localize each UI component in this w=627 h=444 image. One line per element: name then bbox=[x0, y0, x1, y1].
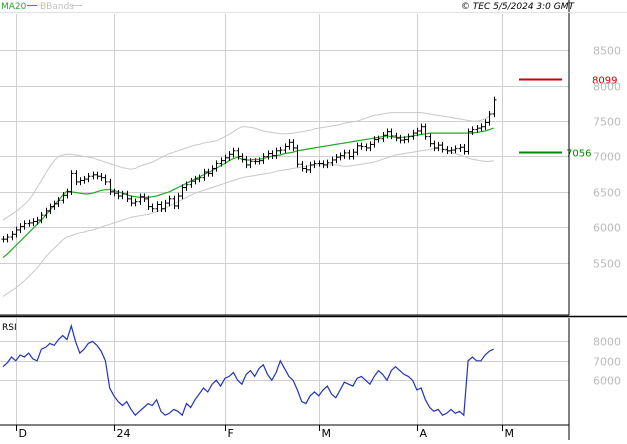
chart-container: 8099 7056 D 24 F M A M 5500 6000 6500 7000 7500 800… bbox=[0, 0, 627, 440]
x-tick-label: M bbox=[322, 427, 332, 440]
price-y-tick-label: 7000 bbox=[593, 151, 621, 164]
legend-ma-label: MA20 bbox=[1, 2, 27, 12]
rsi-title: RSI bbox=[2, 323, 17, 333]
chart-svg: 80997056 D 24 F M A M 55006000650070007500800… bbox=[0, 0, 627, 440]
source-label: © TEC 5/5/2024 3:0 GMT bbox=[461, 2, 576, 12]
x-tick-label: F bbox=[228, 427, 234, 440]
x-tick-label: A bbox=[420, 427, 428, 440]
legend-bbands-label: BBands bbox=[40, 2, 74, 12]
rsi-y-tick-label: 6000 bbox=[593, 375, 621, 388]
x-tick-label: 24 bbox=[117, 427, 131, 440]
rsi-y-tick-label: 7000 bbox=[593, 356, 621, 369]
price-y-tick-label: 8500 bbox=[593, 45, 621, 58]
price-y-tick-label: 5500 bbox=[593, 258, 621, 271]
rsi-y-tick-label: 8000 bbox=[593, 336, 621, 349]
x-tick-label: D bbox=[19, 427, 27, 440]
support-label: 7056 bbox=[566, 149, 591, 160]
price-y-tick-label: 7500 bbox=[593, 116, 621, 129]
x-tick-label: M bbox=[505, 427, 515, 440]
price-y-tick-label: 6000 bbox=[593, 222, 621, 235]
price-y-tick-label: 6500 bbox=[593, 187, 621, 200]
chart-background bbox=[0, 0, 627, 440]
price-y-tick-label: 8000 bbox=[593, 81, 621, 94]
